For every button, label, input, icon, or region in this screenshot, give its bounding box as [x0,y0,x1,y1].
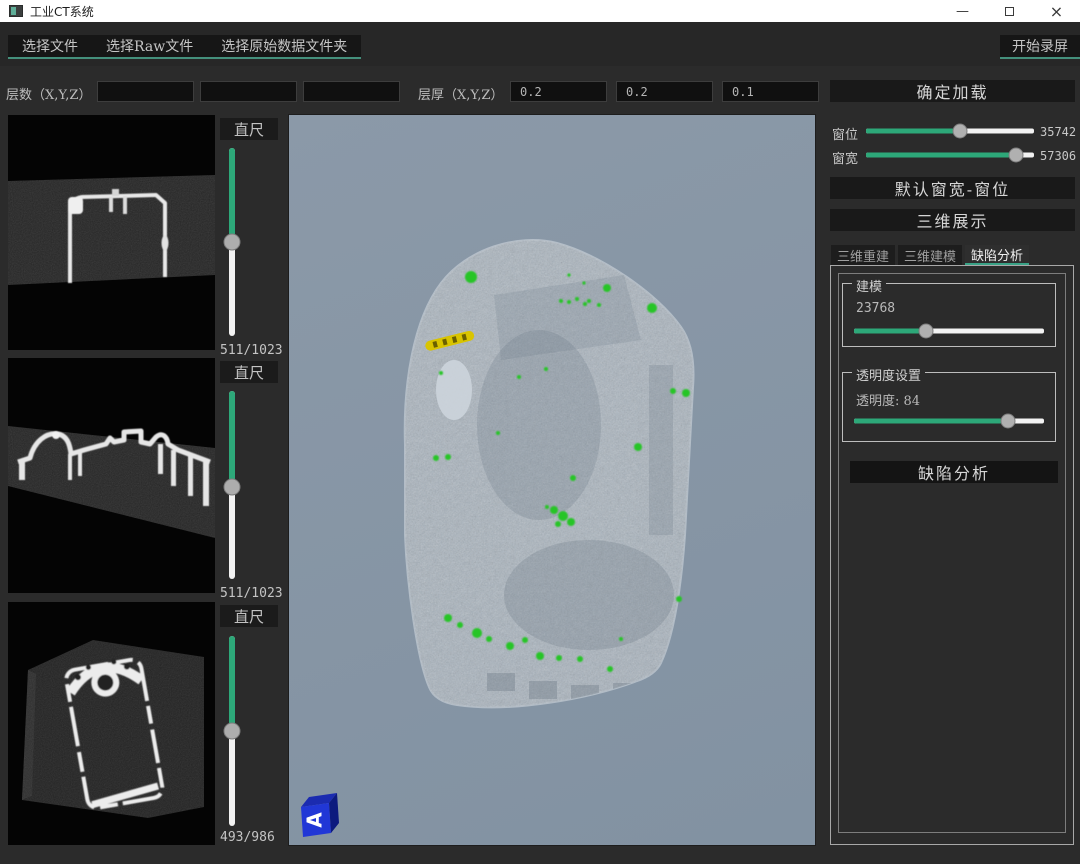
ruler-button-bottom[interactable]: 直尺 [220,605,278,627]
window-width-value: 57306 [1040,149,1076,163]
slider-fill [229,391,235,487]
orientation-cube[interactable]: A [301,793,339,837]
slice-slider-bottom[interactable] [225,636,239,826]
volume-rendering: A [289,115,815,845]
ruler-button-top[interactable]: 直尺 [220,118,278,140]
window-width-slider[interactable] [866,147,1034,163]
slice-top-controls: 直尺 511/1023 [218,115,280,358]
modeling-group-title: 建模 [852,276,886,295]
slider-thumb[interactable] [1000,414,1015,429]
opacity-slider[interactable] [854,413,1044,429]
window-level-value: 35742 [1040,125,1076,139]
slider-fill [866,129,960,134]
start-record-button[interactable]: 开始录屏 [1000,35,1080,59]
opacity-value-label: 透明度: 84 [856,390,920,409]
close-button[interactable]: × [1033,0,1080,22]
slider-thumb[interactable] [224,478,241,495]
window-width-label: 窗宽 [832,148,858,167]
modeling-value: 23768 [856,301,895,316]
defect-analyze-button[interactable]: 缺陷分析 [850,461,1058,483]
layers-y-input[interactable] [200,81,297,102]
slider-thumb[interactable] [224,234,241,251]
tab-3d-modeling[interactable]: 三维建模 [898,245,962,265]
slice-position-bottom: 493/986 [220,830,275,845]
app-window: 工业CT系统 — × 选择文件 选择Raw文件 选择原始数据文件夹 开始录屏 层… [0,0,1080,864]
slider-thumb[interactable] [1008,148,1023,163]
confirm-load-button[interactable]: 确定加载 [830,80,1075,102]
select-raw-file-button[interactable]: 选择Raw文件 [92,35,207,57]
tab-inner-frame [838,273,1066,833]
layers-z-input[interactable] [303,81,400,102]
slider-fill [854,329,926,334]
slider-thumb[interactable] [919,324,934,339]
tab-defect-analysis[interactable]: 缺陷分析 [965,245,1029,265]
slice-position-middle: 511/1023 [220,586,283,601]
slice-image-bottom-svg [8,602,215,845]
slider-thumb[interactable] [224,723,241,740]
ruler-button-middle[interactable]: 直尺 [220,361,278,383]
slice-middle-controls: 直尺 511/1023 [218,358,280,601]
thickness-z-input[interactable] [722,81,819,102]
select-raw-folder-button[interactable]: 选择原始数据文件夹 [207,35,361,57]
slice-image-middle-svg [8,358,215,593]
tab-3d-reconstruction[interactable]: 三维重建 [831,245,895,265]
window-level-slider[interactable] [866,123,1034,139]
file-button-group: 选择文件 选择Raw文件 选择原始数据文件夹 [8,35,361,59]
slider-thumb[interactable] [953,124,968,139]
minimize-button[interactable]: — [939,0,986,22]
slider-fill [229,636,235,731]
thickness-y-input[interactable] [616,81,713,102]
layers-label: 层数（X,Y,Z） [6,84,91,103]
thickness-label: 层厚（X,Y,Z） [418,84,503,103]
slice-bottom-controls: 直尺 493/986 [218,602,280,845]
viewer-3d-canvas[interactable]: A [289,115,815,845]
title-bar: 工业CT系统 — × [0,0,1080,22]
default-wwwl-button[interactable]: 默认窗宽-窗位 [830,177,1075,199]
slider-fill [854,419,1008,424]
select-file-button[interactable]: 选择文件 [8,35,92,57]
analysis-tabs: 三维重建 三维建模 缺陷分析 [831,245,1032,265]
slice-slider-middle[interactable] [225,391,239,579]
slider-fill [866,153,1016,158]
window-level-label: 窗位 [832,124,858,143]
maximize-button[interactable] [986,0,1033,22]
maximize-icon [1005,7,1014,16]
layers-x-input[interactable] [97,81,194,102]
modeling-slider[interactable] [854,323,1044,339]
slice-image-top-svg [8,115,215,350]
slice-view-bottom[interactable] [8,602,215,845]
app-icon [9,5,23,17]
orientation-cube-label: A [303,812,327,828]
slice-view-top[interactable] [8,115,215,350]
slider-fill [229,148,235,242]
window-title: 工业CT系统 [30,3,94,20]
slice-position-top: 511/1023 [220,343,283,358]
slice-slider-top[interactable] [225,148,239,336]
thickness-x-input[interactable] [510,81,607,102]
slice-view-middle[interactable] [8,358,215,593]
display-3d-button[interactable]: 三维展示 [830,209,1075,231]
opacity-group-title: 透明度设置 [852,365,925,384]
